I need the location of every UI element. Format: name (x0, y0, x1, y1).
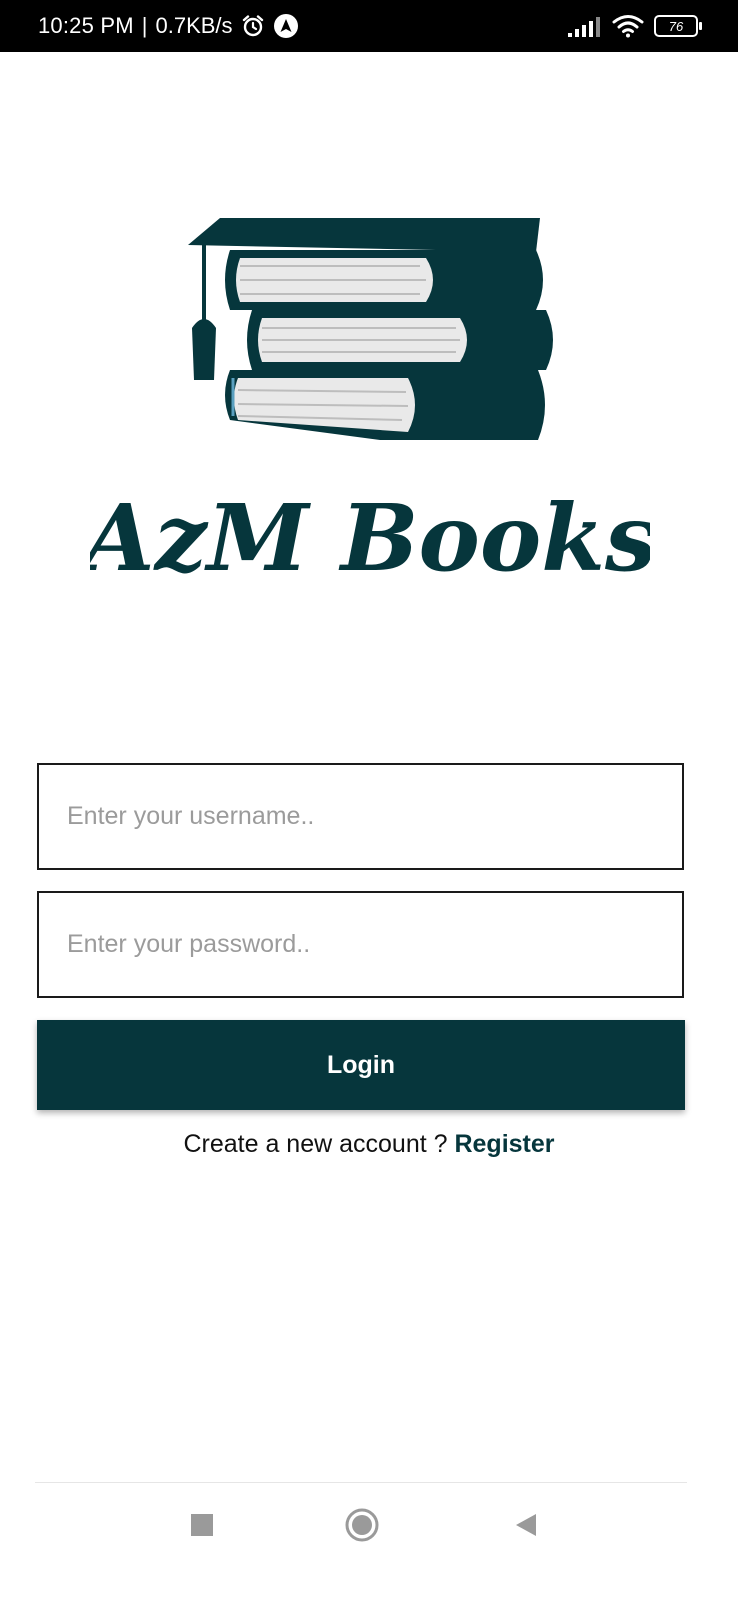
status-right: 76 (568, 0, 702, 52)
status-separator: | (141, 13, 148, 38)
status-time: 10:25 PM (38, 13, 134, 38)
recents-square-icon[interactable] (172, 1503, 232, 1547)
register-link[interactable]: Register (454, 1130, 554, 1158)
battery-icon: 76 (654, 15, 702, 37)
status-bar: 10:25 PM | 0.7KB/s 76 (0, 0, 738, 52)
back-triangle-icon[interactable] (495, 1503, 555, 1547)
alarm-icon (241, 14, 265, 38)
books-logo-icon: AzM Books (75, 218, 657, 592)
battery-level: 76 (668, 18, 684, 34)
username-input[interactable] (39, 765, 682, 868)
home-circle-icon[interactable] (332, 1503, 392, 1547)
status-left: 10:25 PM | 0.7KB/s (38, 0, 299, 52)
register-prompt-text: Create a new account ? (183, 1130, 455, 1158)
login-button[interactable]: Login (37, 1020, 685, 1110)
username-field[interactable] (37, 763, 684, 870)
navigation-app-icon (273, 13, 299, 39)
app-logo: AzM Books (75, 210, 657, 600)
password-field[interactable] (37, 891, 684, 998)
brand-name: AzM Books (90, 484, 650, 592)
network-speed: 0.7KB/s (155, 13, 233, 38)
signal-icon (568, 15, 602, 37)
register-prompt-line: Create a new account ? Register (0, 1130, 738, 1159)
system-nav-bar (0, 1483, 738, 1600)
wifi-icon (612, 14, 644, 38)
password-input[interactable] (39, 893, 682, 996)
